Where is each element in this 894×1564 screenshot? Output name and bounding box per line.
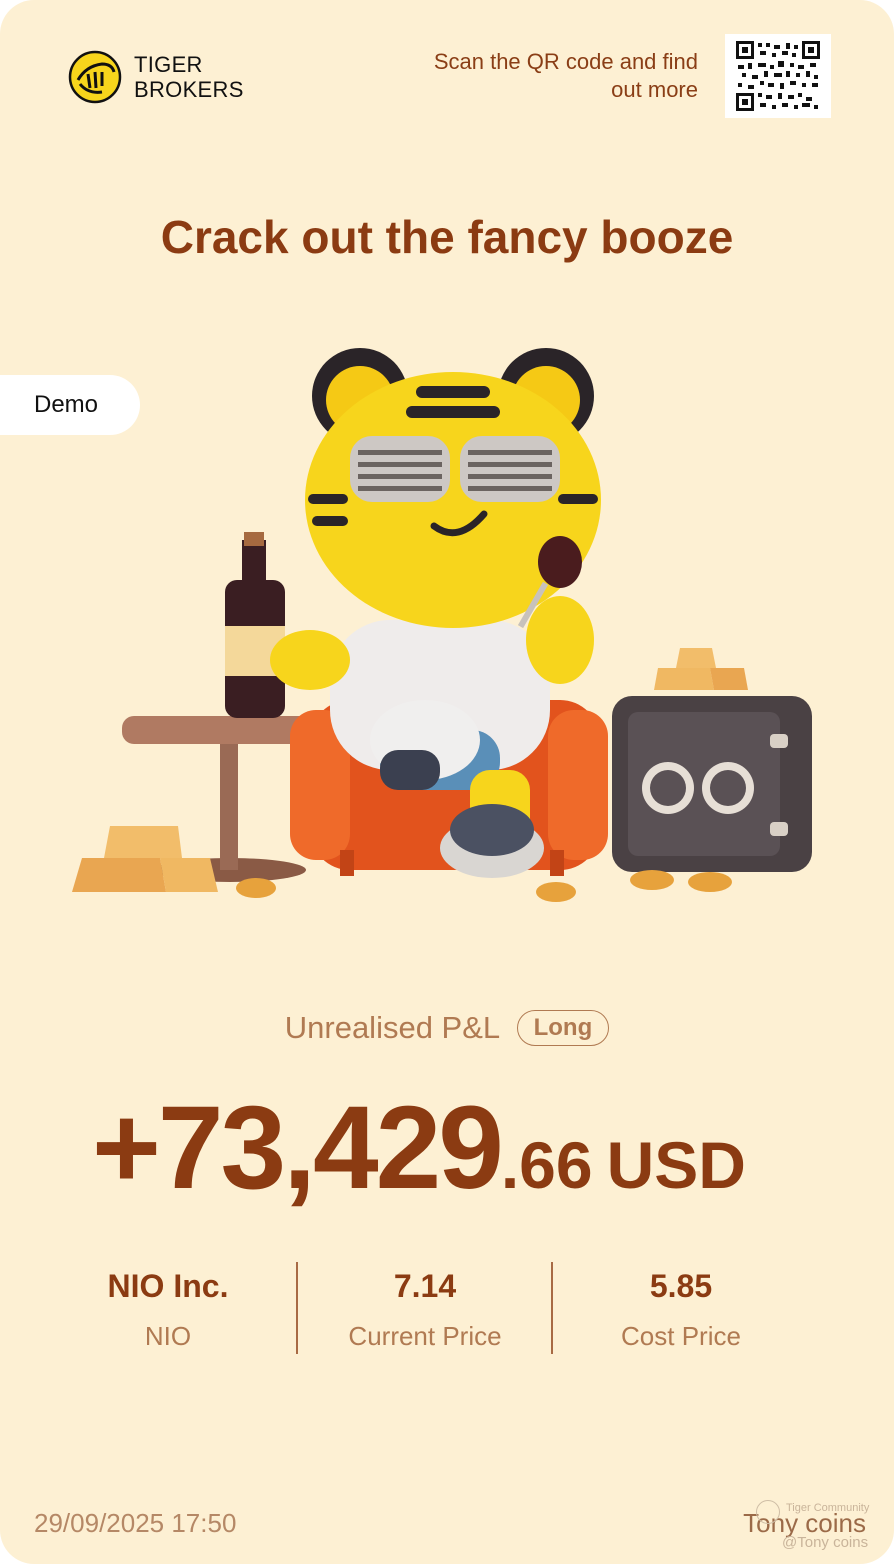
pnl-amount-decimal: .66 bbox=[500, 1128, 593, 1202]
tiger-celebration-illustration bbox=[60, 330, 830, 930]
current-price-stat: 7.14 Current Price bbox=[297, 1268, 553, 1352]
qr-code-icon bbox=[725, 34, 831, 118]
brand-line-2: BROKERS bbox=[134, 77, 244, 102]
cost-price-stat: 5.85 Cost Price bbox=[553, 1268, 809, 1352]
watermark-community: Tiger Community bbox=[786, 1502, 870, 1514]
pnl-amount: +73,429.66 USD bbox=[92, 1080, 746, 1216]
stock-name: NIO Inc. bbox=[107, 1268, 229, 1304]
timestamp: 29/09/2025 17:50 bbox=[34, 1508, 237, 1538]
cost-price-label: Cost Price bbox=[621, 1321, 741, 1351]
stock-name-stat: NIO Inc. NIO bbox=[40, 1268, 296, 1352]
stock-ticker: NIO bbox=[144, 1321, 192, 1351]
community-watermark-icon bbox=[756, 1500, 780, 1524]
watermark: Tiger Community @Tony coins bbox=[752, 1498, 882, 1554]
pnl-amount-integer: +73,429 bbox=[92, 1082, 504, 1214]
demo-label: Demo bbox=[34, 391, 99, 418]
share-card: TIGER BROKERS Scan the QR code and find … bbox=[0, 0, 894, 1564]
cost-price-value: 5.85 bbox=[649, 1268, 713, 1304]
pnl-currency: USD bbox=[606, 1128, 746, 1202]
tiger-logo-icon bbox=[68, 50, 122, 104]
brand-line-1: TIGER bbox=[134, 52, 203, 77]
position-badge: Long bbox=[516, 1010, 610, 1046]
brand-name: TIGER BROKERS bbox=[134, 52, 244, 102]
current-price-label: Current Price bbox=[348, 1321, 502, 1351]
demo-tag: Demo bbox=[0, 375, 140, 435]
current-price-value: 7.14 bbox=[393, 1268, 457, 1304]
pnl-header: Unrealised P&L Long bbox=[0, 1010, 894, 1046]
scan-qr-text: Scan the QR code and find out more bbox=[433, 49, 698, 102]
watermark-user: @Tony coins bbox=[782, 1534, 869, 1551]
pnl-label: Unrealised P&L bbox=[284, 1010, 501, 1045]
headline: Crack out the fancy booze bbox=[160, 211, 734, 263]
